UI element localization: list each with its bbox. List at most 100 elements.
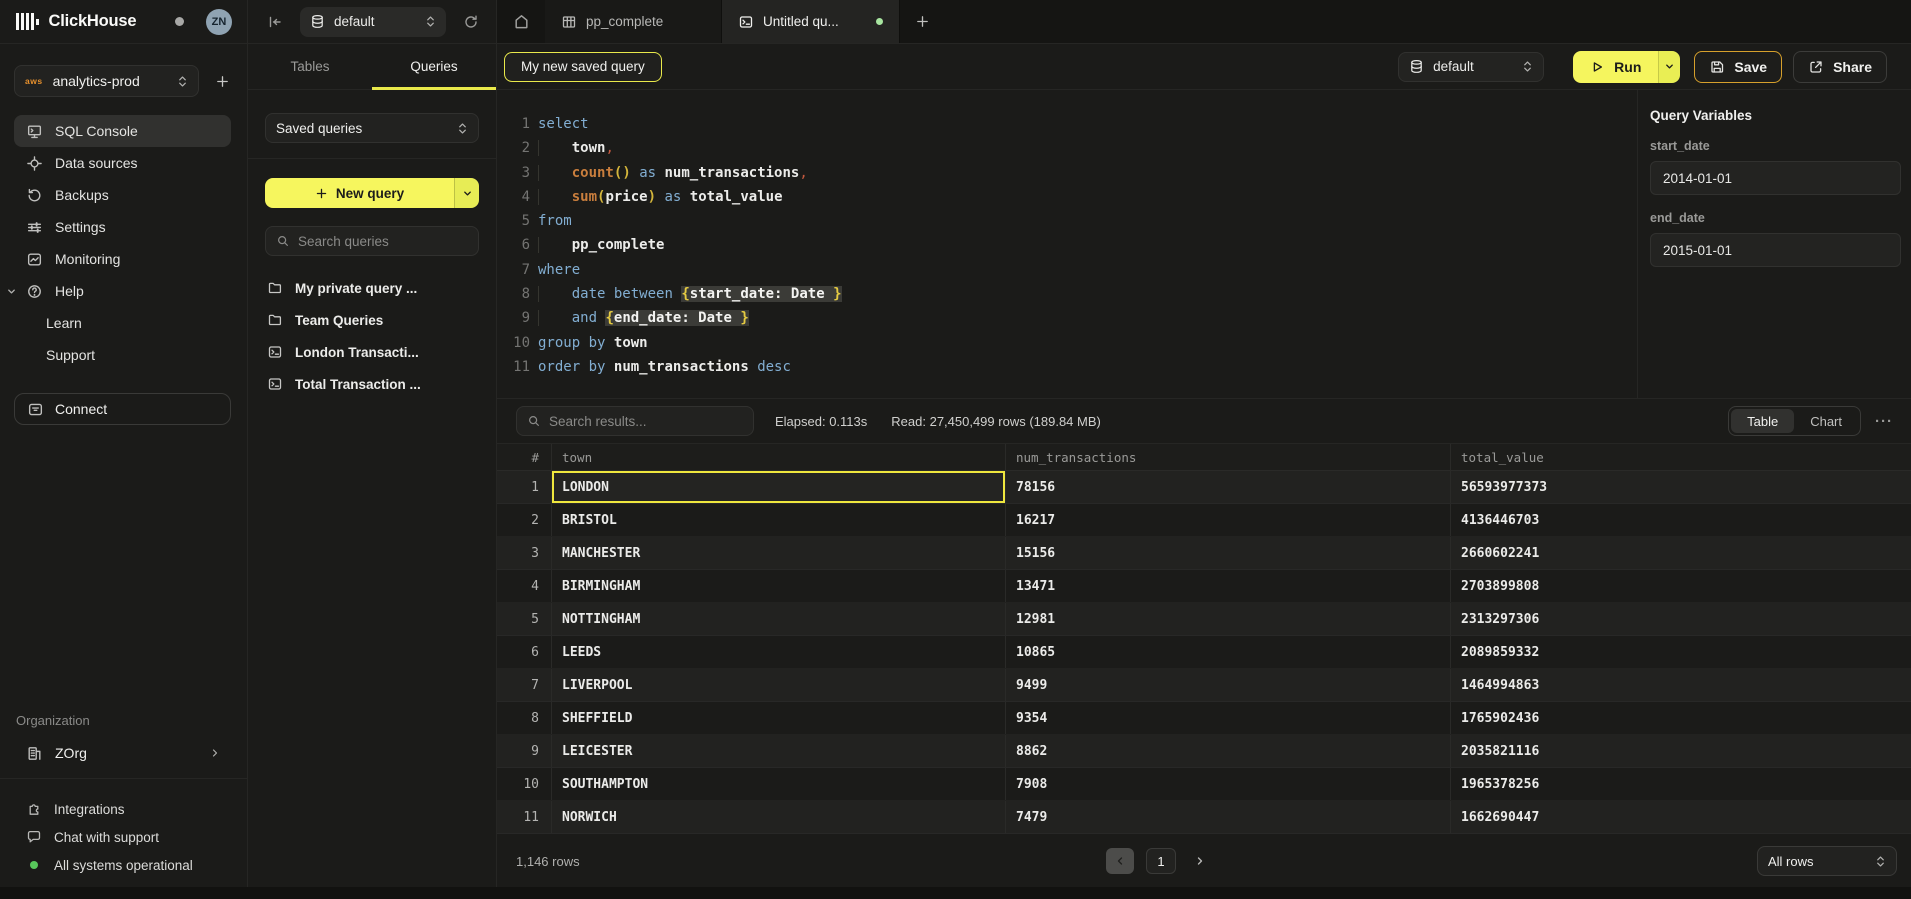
search-results-input[interactable] — [549, 414, 743, 429]
new-tab-button[interactable] — [900, 0, 944, 43]
table-cell[interactable]: 11 — [497, 801, 551, 833]
tab-tables[interactable]: Tables — [248, 44, 372, 89]
table-cell[interactable]: 56593977373 — [1450, 471, 1911, 503]
sidebar-item-help[interactable]: Help — [14, 275, 231, 307]
table-cell[interactable]: 2035821116 — [1450, 735, 1911, 767]
saved-query-item[interactable]: London Transacti... — [265, 336, 479, 368]
current-page[interactable]: 1 — [1146, 848, 1176, 874]
table-view-tab[interactable]: Table — [1731, 409, 1794, 433]
sidebar-item-learn[interactable]: Learn — [14, 307, 231, 339]
query-folder-item[interactable]: My private query ... — [265, 272, 479, 304]
tab-pp-complete[interactable]: pp_complete — [545, 0, 722, 43]
sidebar-item-support[interactable]: Support — [14, 339, 231, 371]
saved-queries-select[interactable]: Saved queries — [265, 113, 479, 143]
table-cell[interactable]: 1662690447 — [1450, 801, 1911, 833]
table-cell[interactable]: LIVERPOOL — [551, 669, 1005, 701]
run-options-dropdown[interactable] — [1658, 51, 1680, 83]
connect-button[interactable]: Connect — [14, 393, 231, 425]
table-cell[interactable]: 13471 — [1005, 570, 1450, 602]
table-cell[interactable]: 2660602241 — [1450, 537, 1911, 569]
sidebar-item-sql-console[interactable]: SQL Console — [14, 115, 231, 147]
table-cell[interactable]: LEICESTER — [551, 735, 1005, 767]
start-date-input[interactable] — [1650, 161, 1901, 195]
saved-query-item[interactable]: Total Transaction ... — [265, 368, 479, 400]
table-cell[interactable]: LEEDS — [551, 636, 1005, 668]
more-options-button[interactable]: ··· — [1875, 413, 1893, 430]
code-line[interactable]: 4 sum(price) as total_value — [497, 185, 1637, 209]
table-cell[interactable]: 4 — [497, 570, 551, 602]
table-cell[interactable]: 9354 — [1005, 702, 1450, 734]
code-line[interactable]: 2 town, — [497, 136, 1637, 160]
page-size-select[interactable]: All rows — [1757, 846, 1897, 876]
table-cell[interactable]: 10865 — [1005, 636, 1450, 668]
table-cell[interactable]: 4136446703 — [1450, 504, 1911, 536]
column-header-index[interactable]: # — [497, 444, 551, 470]
sidebar-item-integrations[interactable]: Integrations — [0, 795, 247, 823]
sidebar-item-system-status[interactable]: All systems operational — [0, 851, 247, 879]
sidebar-item-backups[interactable]: Backups — [14, 179, 231, 211]
code-line[interactable]: 11order by num_transactions desc — [497, 355, 1637, 379]
table-cell[interactable]: 10 — [497, 768, 551, 800]
query-folder-item[interactable]: Team Queries — [265, 304, 479, 336]
table-cell[interactable]: BIRMINGHAM — [551, 570, 1005, 602]
sidebar-item-chat-support[interactable]: Chat with support — [0, 823, 247, 851]
table-cell[interactable]: 9 — [497, 735, 551, 767]
table-cell[interactable]: 78156 — [1005, 471, 1450, 503]
code-line[interactable]: 7where — [497, 258, 1637, 282]
table-cell[interactable]: NORWICH — [551, 801, 1005, 833]
table-cell[interactable]: 2703899808 — [1450, 570, 1911, 602]
table-cell[interactable]: 12981 — [1005, 603, 1450, 635]
table-cell[interactable]: 1 — [497, 471, 551, 503]
code-line[interactable]: 8 date between {start_date: Date } — [497, 282, 1637, 306]
table-cell[interactable]: 16217 — [1005, 504, 1450, 536]
table-cell[interactable]: 3 — [497, 537, 551, 569]
new-query-button[interactable]: New query — [265, 178, 479, 208]
organization-item[interactable]: ZOrg — [14, 736, 231, 770]
table-cell[interactable]: 1765902436 — [1450, 702, 1911, 734]
table-cell[interactable]: 9499 — [1005, 669, 1450, 701]
code-line[interactable]: 6 pp_complete — [497, 233, 1637, 257]
share-button[interactable]: Share — [1793, 51, 1887, 83]
chart-view-tab[interactable]: Chart — [1794, 409, 1858, 433]
table-cell[interactable]: 7 — [497, 669, 551, 701]
table-cell[interactable]: LONDON — [551, 471, 1005, 503]
editor-database-select[interactable]: default — [1398, 52, 1544, 82]
collapse-sidebar-button[interactable] — [262, 9, 288, 35]
code-line[interactable]: 9 and {end_date: Date } — [497, 306, 1637, 330]
table-cell[interactable]: 5 — [497, 603, 551, 635]
tab-queries[interactable]: Queries — [372, 44, 496, 89]
previous-page-button[interactable] — [1106, 848, 1134, 874]
home-button[interactable] — [497, 0, 545, 43]
column-header-total-value[interactable]: total_value — [1450, 444, 1911, 470]
table-cell[interactable]: 2 — [497, 504, 551, 536]
run-button[interactable]: Run — [1573, 51, 1680, 83]
code-line[interactable]: 3 count() as num_transactions, — [497, 161, 1637, 185]
sidebar-item-data-sources[interactable]: Data sources — [14, 147, 231, 179]
topbar-database-select[interactable]: default — [300, 7, 446, 37]
table-cell[interactable]: 8862 — [1005, 735, 1450, 767]
sql-editor[interactable]: 1select2 town,3 count() as num_transacti… — [497, 90, 1637, 398]
user-avatar[interactable]: ZN — [206, 9, 232, 35]
code-line[interactable]: 10group by town — [497, 331, 1637, 355]
table-cell[interactable]: 7908 — [1005, 768, 1450, 800]
workspace-select[interactable]: aws analytics-prod — [14, 65, 199, 97]
table-cell[interactable]: MANCHESTER — [551, 537, 1005, 569]
sidebar-item-monitoring[interactable]: Monitoring — [14, 243, 231, 275]
table-cell[interactable]: 1965378256 — [1450, 768, 1911, 800]
column-header-num-transactions[interactable]: num_transactions — [1005, 444, 1450, 470]
search-queries-input[interactable] — [298, 234, 475, 249]
table-cell[interactable]: 6 — [497, 636, 551, 668]
table-cell[interactable]: 2089859332 — [1450, 636, 1911, 668]
end-date-input[interactable] — [1650, 233, 1901, 267]
next-page-button[interactable] — [1188, 848, 1212, 874]
column-header-town[interactable]: town — [551, 444, 1005, 470]
saved-query-name-pill[interactable]: My new saved query — [504, 52, 662, 82]
table-cell[interactable]: 8 — [497, 702, 551, 734]
refresh-button[interactable] — [458, 9, 484, 35]
table-cell[interactable]: 15156 — [1005, 537, 1450, 569]
table-cell[interactable]: NOTTINGHAM — [551, 603, 1005, 635]
code-line[interactable]: 1select — [497, 112, 1637, 136]
new-query-dropdown[interactable] — [454, 178, 479, 208]
tab-untitled-query[interactable]: Untitled qu... — [722, 0, 900, 43]
code-line[interactable]: 5from — [497, 209, 1637, 233]
